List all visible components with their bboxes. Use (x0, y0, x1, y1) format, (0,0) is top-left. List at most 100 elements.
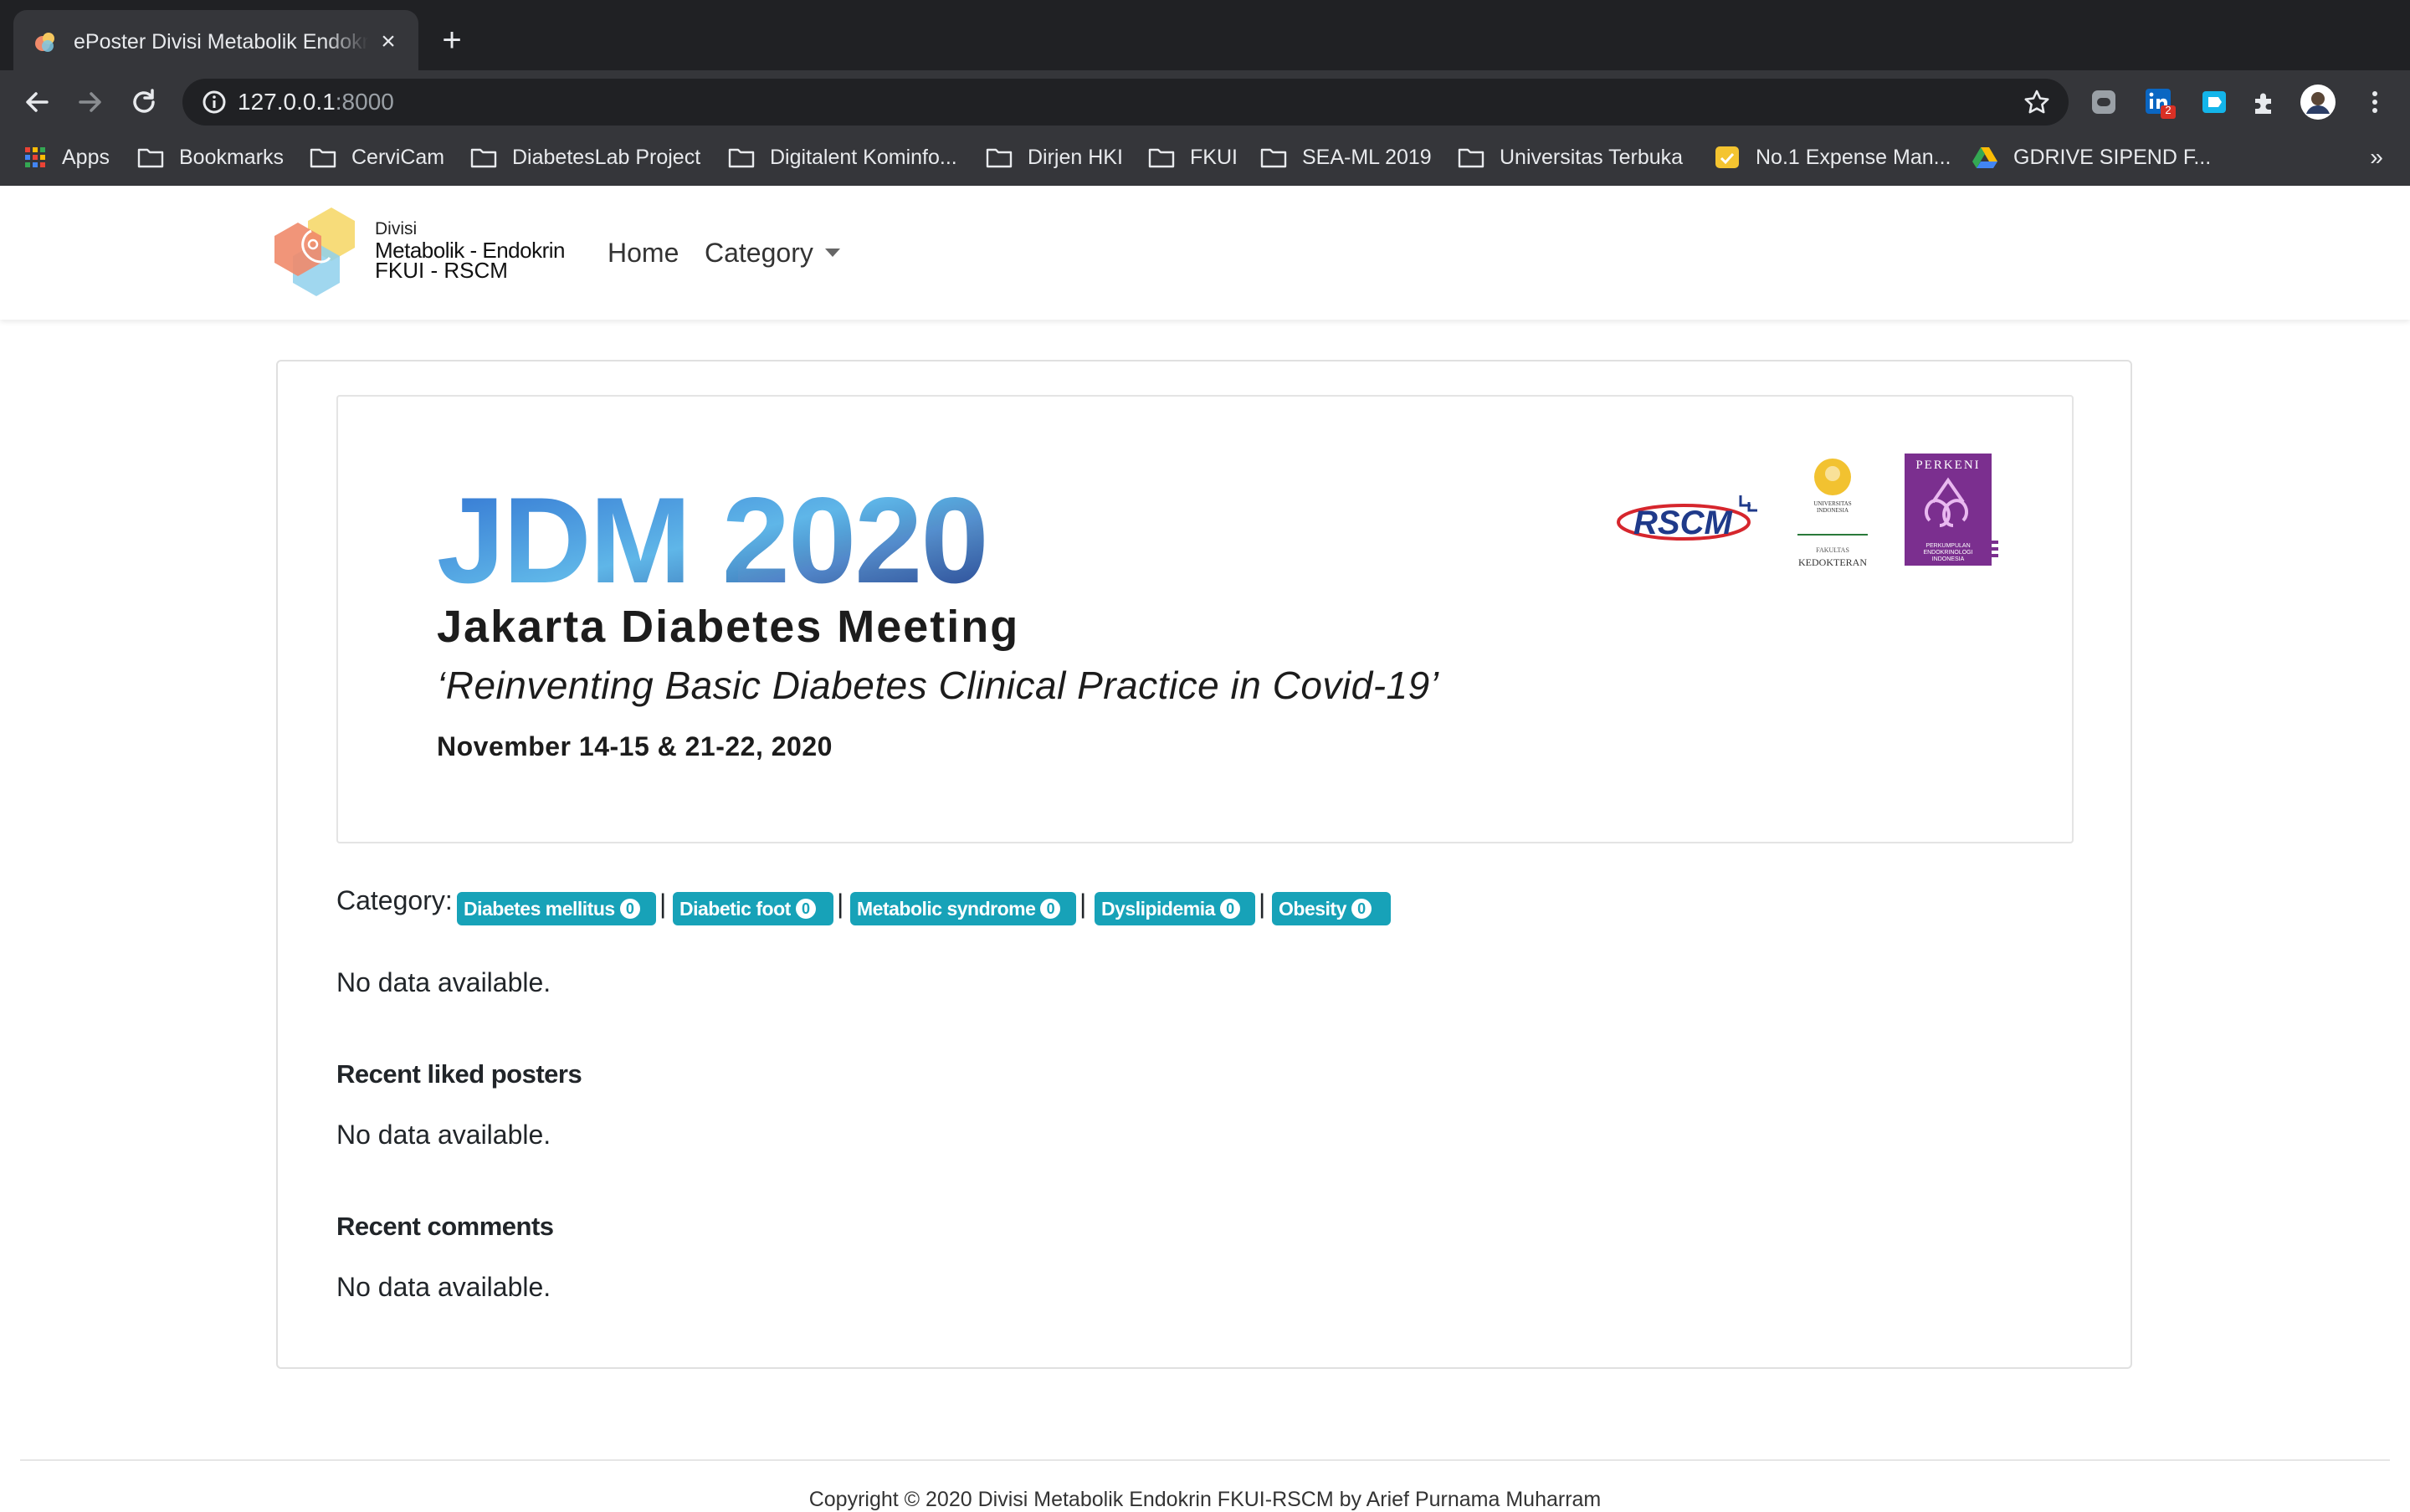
extension-badge-count: 2 (2165, 104, 2172, 116)
bookmarks-overflow-icon[interactable]: » (2360, 139, 2393, 176)
rscm-logo: RSCM (1617, 495, 1757, 541)
nav-category-dropdown[interactable]: Category (705, 234, 840, 271)
tab-close-icon[interactable]: × (373, 27, 403, 57)
bookmark-apps[interactable]: Apps (23, 139, 110, 176)
bookmark-star-icon[interactable] (2018, 84, 2055, 120)
category-badge-label: Metabolic syndrome (857, 897, 1036, 920)
category-separator: | (659, 889, 667, 919)
category-badge-label: Dyslipidemia (1101, 897, 1215, 920)
category-count: 0 (1219, 899, 1240, 919)
bookmark-label: Dirjen HKI (1028, 145, 1123, 169)
ui-logo-line1: UNIVERSITAS (1813, 500, 1851, 507)
reload-icon[interactable] (122, 80, 166, 124)
folder-icon (137, 148, 164, 168)
banner-date: November 14-15 & 21-22, 2020 (437, 731, 833, 761)
folder-icon (986, 148, 1013, 168)
category-badge-diabetic-foot[interactable]: Diabetic foot 0 (673, 892, 833, 925)
banner-subtitle: Jakarta Diabetes Meeting (437, 602, 1020, 652)
browser-menu-icon[interactable] (2355, 82, 2395, 122)
chat-extension-icon[interactable] (2084, 82, 2124, 122)
posters-empty-message: No data available. (336, 967, 551, 997)
cast-extension-icon[interactable] (2194, 82, 2234, 122)
apps-grid-icon (25, 147, 45, 167)
bookmark-label: DiabetesLab Project (512, 145, 701, 169)
recent-liked-empty-message: No data available. (336, 1120, 551, 1150)
perkeni-logo-text: PERKENI (1915, 459, 1980, 472)
category-badge-label: Obesity (1279, 897, 1346, 920)
back-arrow-icon[interactable] (15, 80, 59, 124)
recent-comments-empty-message: No data available. (336, 1272, 551, 1302)
bookmark-label: CerviCam (351, 145, 445, 169)
bookmark-label: No.1 Expense Man... (1756, 145, 1951, 169)
category-badge-obesity[interactable]: Obesity 0 (1272, 892, 1391, 925)
site-favicon-icon (35, 33, 54, 52)
bookmark-label: SEA-ML 2019 (1302, 145, 1432, 169)
ui-logo-faculty: FAKULTAS (1816, 546, 1849, 554)
url-host: 127.0.0.1 (238, 89, 336, 115)
bookmark-label: Digitalent Kominfo... (770, 145, 957, 169)
new-tab-button[interactable]: + (433, 22, 470, 59)
category-count: 0 (1040, 899, 1061, 919)
rscm-logo-text: RSCM (1633, 505, 1733, 541)
category-separator: | (1259, 889, 1266, 919)
bookmark-folder-diabeteslab[interactable]: DiabetesLab Project (470, 139, 700, 176)
category-badge-label: Diabetic foot (679, 897, 791, 920)
brand-name-line2: FKUI - RSCM (375, 258, 508, 283)
perkeni-logo: PERKENI PERKUMPULAN ENDOKRINOLOGI INDONE… (1905, 454, 1998, 566)
category-badge-dyslipidemia[interactable]: Dyslipidemia 0 (1095, 892, 1255, 925)
folder-icon (1260, 148, 1287, 168)
nav-category-label: Category (705, 238, 813, 268)
category-separator: | (837, 889, 844, 919)
category-count: 0 (619, 899, 640, 919)
folder-icon (1458, 148, 1484, 168)
folder-icon (728, 148, 755, 168)
google-drive-icon (1972, 147, 1997, 168)
bookmark-label: Universitas Terbuka (1500, 145, 1684, 169)
bookmark-folder-bookmarks[interactable]: Bookmarks (137, 139, 284, 176)
bookmark-folder-sea-ml[interactable]: SEA-ML 2019 (1260, 139, 1432, 176)
bookmark-gdrive[interactable]: GDRIVE SIPEND F... (1972, 139, 2211, 176)
category-badge-metabolic-syndrome[interactable]: Metabolic syndrome 0 (850, 892, 1076, 925)
ui-logo-kedokteran: KEDOKTERAN (1798, 556, 1867, 568)
category-badge-label: Diabetes mellitus (464, 897, 615, 920)
bookmark-folder-fkui[interactable]: FKUI (1148, 139, 1238, 176)
address-bar-url[interactable]: 127.0.0.1:8000 (238, 82, 394, 122)
url-port: :8000 (335, 89, 394, 115)
perkeni-sub2: ENDOKRINOLOGI (1923, 550, 1972, 556)
address-bar[interactable] (182, 79, 2069, 126)
recent-liked-heading: Recent liked posters (336, 1059, 582, 1089)
forward-arrow-icon[interactable] (69, 80, 112, 124)
bookmark-label: FKUI (1190, 145, 1238, 169)
profile-avatar-icon[interactable] (2298, 82, 2338, 122)
category-label: Category: (336, 885, 453, 915)
tab-title: ePoster Divisi Metabolik Endokrin FKUI-R… (74, 30, 368, 54)
category-badge-diabetes-mellitus[interactable]: Diabetes mellitus 0 (457, 892, 656, 925)
bookmark-folder-universitas-terbuka[interactable]: Universitas Terbuka (1458, 139, 1683, 176)
category-count: 0 (1351, 899, 1372, 919)
caret-down-icon (824, 249, 840, 257)
bookmark-label: Apps (62, 145, 110, 169)
bookmark-folder-cervicam[interactable]: CerviCam (310, 139, 444, 176)
bookmark-folder-digitalent[interactable]: Digitalent Kominfo... (728, 139, 957, 176)
folder-icon (310, 148, 336, 168)
site-info-icon[interactable] (196, 84, 233, 120)
brand-logo-icon[interactable] (273, 206, 377, 300)
extensions-puzzle-icon[interactable] (2244, 82, 2284, 122)
banner-theme: ‘Reinventing Basic Diabetes Clinical Pra… (437, 664, 1439, 707)
footer-divider (20, 1459, 2390, 1461)
footer-copyright: Copyright © 2020 Divisi Metabolik Endokr… (808, 1488, 1602, 1511)
nav-home-link[interactable]: Home (608, 234, 679, 271)
bookmark-expense-manager[interactable]: No.1 Expense Man... (1714, 139, 1951, 176)
bookmark-folder-dirjen-hki[interactable]: Dirjen HKI (986, 139, 1123, 176)
expense-app-icon (1715, 146, 1739, 168)
banner-title-graphic: JDM 2020 (437, 480, 1056, 597)
brand-division-label: Divisi (375, 219, 418, 238)
ui-logo-line2: INDONESIA (1817, 507, 1849, 514)
bookmark-label: Bookmarks (179, 145, 285, 169)
perkeni-sub1: PERKUMPULAN (1925, 543, 1970, 549)
bookmark-label: GDRIVE SIPEND F... (2013, 145, 2212, 169)
folder-icon (470, 148, 497, 168)
category-separator: | (1079, 889, 1087, 919)
folder-icon (1148, 148, 1175, 168)
perkeni-sub3: INDONESIA (1932, 556, 1965, 562)
